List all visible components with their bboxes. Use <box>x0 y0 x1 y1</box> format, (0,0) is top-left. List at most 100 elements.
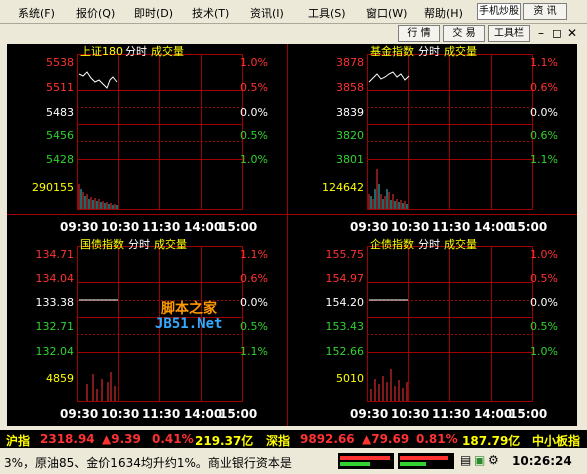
sz-index-amount: 187.79亿 <box>462 434 521 448</box>
status-bar: 3%，原油85、金价1634均升约1%。商业银行资本是 ▤ ▣ ⚙ 10:26:… <box>0 450 587 474</box>
chart-grid <box>7 44 577 426</box>
panel-2-pct-label: 0.6% <box>530 81 558 94</box>
panel-4-pct-label: 0.5% <box>530 272 558 285</box>
panel-1-price-label: 5538 <box>46 56 74 69</box>
time-tick: 14:00 <box>184 220 223 234</box>
quote-button[interactable]: 行 情 <box>398 25 440 42</box>
sh-index-pct: 0.41% <box>152 432 194 446</box>
panel-2-title: 基金指数 <box>370 45 414 58</box>
panel-1-pct-label: 1.0% <box>240 56 268 69</box>
panel-1-price-label: 5483 <box>46 106 74 119</box>
volume-bars-4 <box>370 369 408 401</box>
menu-news[interactable]: 资讯(I) <box>250 5 284 21</box>
panel-3-price-label: 134.71 <box>35 248 75 261</box>
panel-1-pct-label: 1.0% <box>240 153 268 166</box>
panel-2-pct-label: 0.0% <box>530 106 558 119</box>
index-bar[interactable]: 沪指 2318.94 ▲9.39 0.41% 219.37亿 深指 9892.6… <box>0 430 587 448</box>
time-tick: 09:30 <box>60 407 99 421</box>
panel-2-price-label: 3878 <box>336 56 364 69</box>
menu-tools[interactable]: 工具(S) <box>308 5 346 21</box>
time-tick: 09:30 <box>350 220 389 234</box>
panel-4-pct-label: 0.0% <box>530 296 558 309</box>
panel-4-volume-value: 5010 <box>336 372 364 385</box>
menu-window[interactable]: 窗口(W) <box>366 5 407 21</box>
volume-bars-1 <box>78 184 118 209</box>
time-tick: 11:30 <box>432 220 471 234</box>
volume-bars-2 <box>368 169 408 209</box>
price-line-1 <box>78 71 118 89</box>
panel-4-pct-label: 1.0% <box>530 345 558 358</box>
menu-technical[interactable]: 技术(T) <box>192 5 229 21</box>
panel-3-price-label: 133.38 <box>35 296 75 309</box>
time-tick: 10:30 <box>101 220 140 234</box>
time-tick: 10:30 <box>391 407 430 421</box>
panel-4-price-label: 154.97 <box>325 272 365 285</box>
panel-4-pct-label: 0.5% <box>530 320 558 333</box>
clock: 10:26:24 <box>512 454 572 468</box>
panel-2-volume-label: 成交量 <box>444 45 477 58</box>
panel-1-price-label: 5456 <box>46 129 74 142</box>
panel-4-price-label: 154.20 <box>325 296 365 309</box>
panel-3-price-label: 132.04 <box>35 345 75 358</box>
menu-help[interactable]: 帮助(H) <box>424 5 463 21</box>
restore-icon[interactable]: ◻ <box>552 26 562 40</box>
time-tick: 14:00 <box>474 407 513 421</box>
panel-2-price-label: 3858 <box>336 81 364 94</box>
panel-1-pct-label: 0.5% <box>240 81 268 94</box>
sme-index-label: 中小板指 <box>532 434 581 448</box>
price-line-2 <box>368 71 410 83</box>
panel-4-pct-label: 1.0% <box>530 248 558 261</box>
panel-3-volume-value: 4859 <box>46 372 74 385</box>
time-tick: 11:30 <box>432 407 471 421</box>
chart-area[interactable]: 上证180 分时 成交量 5538 5511 5483 5456 5428 1.… <box>7 44 577 426</box>
watermark-line1: 脚本之家 <box>161 301 217 317</box>
minimize-icon[interactable]: – <box>538 26 544 40</box>
vertical-scrollbar[interactable] <box>577 44 587 426</box>
menu-system[interactable]: 系统(F) <box>18 5 55 21</box>
panel-2-volume-value: 124642 <box>322 181 364 194</box>
panel-2-pct-label: 1.1% <box>530 56 558 69</box>
panel-1-price-label: 5511 <box>46 81 74 94</box>
panel-2-pct-label: 1.1% <box>530 153 558 166</box>
watermark-line2: JB51.Net <box>155 316 223 332</box>
sz-index-change: ▲79.69 <box>362 432 410 446</box>
mobile-trading-button[interactable]: 手机炒股 <box>477 3 521 20</box>
panel-1-volume-value: 290155 <box>32 181 74 194</box>
panel-1-title: 上证180 <box>80 45 123 58</box>
toolbar-row: 行 情 交 易 工具栏 – ◻ ✕ <box>0 24 587 43</box>
settings-icon[interactable]: ⚙ <box>488 453 499 467</box>
time-tick: 10:30 <box>391 220 430 234</box>
time-tick: 09:30 <box>350 407 389 421</box>
panel-3-price-label: 132.71 <box>35 320 75 333</box>
time-tick: 09:30 <box>60 220 99 234</box>
panel-2-price-label: 3839 <box>336 106 364 119</box>
panel-2-mode: 分时 <box>418 45 440 58</box>
panel-4-price-label: 155.75 <box>325 248 365 261</box>
menu-realtime[interactable]: 即时(D) <box>134 5 173 21</box>
time-tick: 15:00 <box>509 220 548 234</box>
panel-3-pct-label: 0.6% <box>240 272 268 285</box>
trade-button[interactable]: 交 易 <box>443 25 485 42</box>
sz-index-pct: 0.81% <box>416 432 458 446</box>
menu-quote[interactable]: 报价(Q) <box>76 5 115 21</box>
sh-index-amount: 219.37亿 <box>195 434 254 448</box>
panel-1-pct-label: 0.5% <box>240 129 268 142</box>
panel-4-volume-label: 成交量 <box>444 238 477 251</box>
volume-bars-3 <box>86 372 116 401</box>
panel-2-pct-label: 0.6% <box>530 129 558 142</box>
sz-index-label: 深指 <box>266 434 291 448</box>
time-tick: 10:30 <box>101 407 140 421</box>
sh-index-value: 2318.94 <box>40 432 95 446</box>
panel-3-pct-label: 1.1% <box>240 345 268 358</box>
menu-bar: 系统(F) 报价(Q) 即时(D) 技术(T) 资讯(I) 工具(S) 窗口(W… <box>0 0 587 24</box>
close-icon[interactable]: ✕ <box>567 26 577 40</box>
panel-3-mode: 分时 <box>128 238 150 251</box>
news-ticker[interactable]: 3%，原油85、金价1634均升约1%。商业银行资本是 <box>4 454 292 471</box>
toolbar-toggle-button[interactable]: 工具栏 <box>488 25 530 42</box>
time-tick: 15:00 <box>219 407 258 421</box>
panel-4-mode: 分时 <box>418 238 440 251</box>
news-button[interactable]: 资 讯 <box>523 3 567 20</box>
panel-3-title: 国债指数 <box>80 238 124 251</box>
panel-1-price-label: 5428 <box>46 153 74 166</box>
panel-3-price-label: 134.04 <box>35 272 75 285</box>
